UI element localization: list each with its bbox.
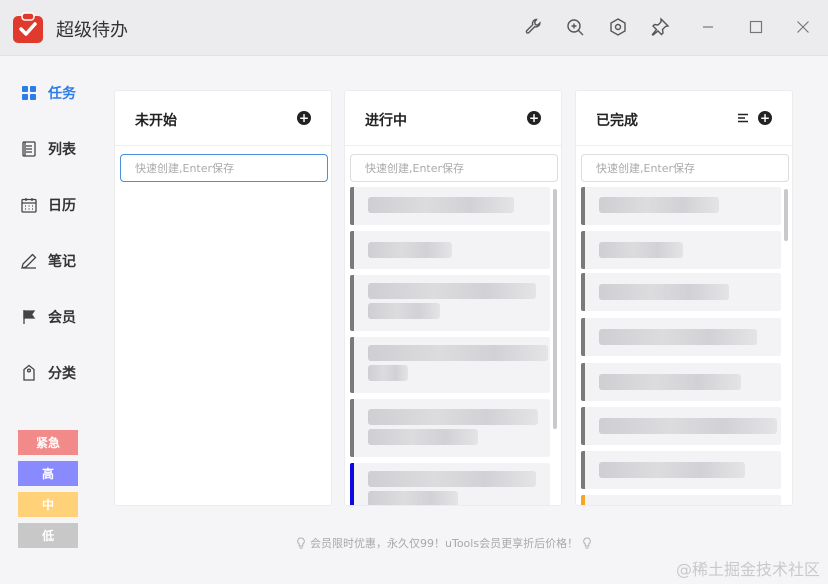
task-text-blurred bbox=[599, 242, 683, 258]
task-card[interactable] bbox=[350, 337, 550, 393]
column-title: 已完成 bbox=[596, 113, 638, 129]
task-text-blurred bbox=[599, 284, 729, 300]
nav-item-tasks[interactable]: 任务 bbox=[20, 81, 90, 105]
quick-create-input[interactable] bbox=[581, 154, 789, 182]
list-icon bbox=[22, 141, 36, 157]
task-text-blurred bbox=[599, 374, 741, 390]
priority-low[interactable]: 低 bbox=[18, 523, 78, 548]
column-header: 进行中 + bbox=[345, 91, 561, 146]
task-text-blurred bbox=[368, 197, 514, 213]
task-card[interactable] bbox=[581, 407, 781, 445]
wrench-icon[interactable] bbox=[523, 16, 545, 38]
scrollbar[interactable] bbox=[784, 189, 788, 241]
nav-label: 日历 bbox=[48, 198, 76, 214]
settings-hex-icon[interactable] bbox=[607, 16, 629, 38]
pin-icon[interactable] bbox=[649, 16, 671, 38]
task-text-blurred bbox=[599, 418, 777, 434]
sidebar: 任务 列表 日历 笔记 会员 分类 紧急 高 中 低 bbox=[0, 56, 100, 584]
nav-item-membership[interactable]: 会员 bbox=[20, 305, 90, 329]
quick-create-input[interactable] bbox=[350, 154, 558, 182]
pencil-icon bbox=[21, 253, 37, 269]
add-task-icon[interactable]: + bbox=[297, 111, 311, 125]
nav-label: 会员 bbox=[48, 310, 76, 326]
sort-icon[interactable] bbox=[736, 111, 750, 125]
task-text-blurred bbox=[368, 429, 478, 445]
column-header: 已完成 + bbox=[576, 91, 792, 146]
app-logo-icon bbox=[13, 12, 43, 43]
bulb-icon bbox=[297, 537, 305, 549]
calendar-icon bbox=[21, 198, 37, 213]
add-task-icon[interactable]: + bbox=[527, 111, 541, 125]
app-title: 超级待办 bbox=[56, 20, 128, 41]
task-text-blurred bbox=[368, 242, 452, 258]
task-text-blurred bbox=[368, 303, 440, 319]
minimize-icon[interactable] bbox=[697, 16, 719, 38]
membership-promo-note[interactable]: 会员限时优惠，永久仅99！uTools会员更享折后价格！ bbox=[296, 535, 592, 551]
task-card[interactable] bbox=[350, 463, 550, 505]
task-card[interactable] bbox=[350, 399, 550, 457]
promo-text: 会员限时优惠，永久仅99！uTools会员更享折后价格！ bbox=[310, 537, 579, 550]
close-icon[interactable] bbox=[792, 16, 814, 38]
task-text-blurred bbox=[599, 197, 719, 213]
nav-label: 笔记 bbox=[48, 254, 76, 270]
priority-medium[interactable]: 中 bbox=[18, 492, 78, 517]
nav-item-calendar[interactable]: 日历 bbox=[20, 193, 90, 217]
nav-item-notes[interactable]: 笔记 bbox=[20, 249, 90, 273]
column-in-progress: 进行中 + bbox=[344, 90, 562, 506]
grid-icon bbox=[22, 86, 36, 100]
nav-item-list[interactable]: 列表 bbox=[20, 137, 90, 161]
column-title: 进行中 bbox=[365, 113, 407, 129]
nav-label: 任务 bbox=[48, 86, 76, 102]
watermark: @稀土掘金技术社区 bbox=[675, 560, 820, 579]
task-text-blurred bbox=[368, 345, 548, 361]
title-bar: 超级待办 bbox=[0, 0, 828, 56]
column-header: 未开始 + bbox=[115, 91, 331, 146]
flag-icon bbox=[23, 310, 36, 324]
task-text-blurred bbox=[368, 283, 536, 299]
task-card[interactable] bbox=[581, 363, 781, 401]
task-card[interactable] bbox=[581, 318, 781, 356]
task-card[interactable] bbox=[581, 231, 781, 269]
task-text-blurred bbox=[368, 365, 408, 381]
column-title: 未开始 bbox=[135, 113, 177, 129]
task-card[interactable] bbox=[350, 187, 550, 225]
nav-item-category[interactable]: 分类 bbox=[20, 361, 90, 385]
tag-icon bbox=[23, 364, 35, 381]
maximize-icon[interactable] bbox=[745, 16, 767, 38]
priority-urgent[interactable]: 紧急 bbox=[18, 430, 78, 455]
task-text-blurred bbox=[368, 491, 458, 505]
scrollbar[interactable] bbox=[553, 189, 557, 429]
nav-label: 分类 bbox=[48, 366, 76, 382]
task-text-blurred bbox=[599, 462, 745, 478]
add-task-icon[interactable]: + bbox=[758, 111, 772, 125]
task-card[interactable] bbox=[350, 275, 550, 331]
column-completed: 已完成 + bbox=[575, 90, 793, 506]
zoom-in-icon[interactable] bbox=[564, 16, 586, 38]
column-not-started: 未开始 + bbox=[114, 90, 332, 506]
task-card[interactable] bbox=[581, 451, 781, 489]
quick-create-input[interactable] bbox=[120, 154, 328, 182]
priority-high[interactable]: 高 bbox=[18, 461, 78, 486]
task-text-blurred bbox=[368, 409, 538, 425]
task-card[interactable] bbox=[581, 187, 781, 225]
bulb-icon bbox=[583, 537, 591, 549]
nav-label: 列表 bbox=[48, 142, 76, 158]
task-text-blurred bbox=[599, 329, 757, 345]
task-text-blurred bbox=[368, 471, 536, 487]
task-card[interactable] bbox=[581, 273, 781, 311]
task-card[interactable] bbox=[581, 495, 781, 505]
task-card[interactable] bbox=[350, 231, 550, 269]
